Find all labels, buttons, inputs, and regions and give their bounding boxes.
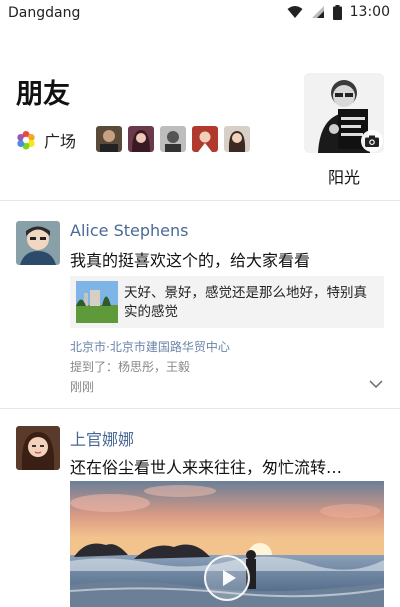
section-divider bbox=[0, 200, 400, 201]
post-video-thumbnail[interactable] bbox=[70, 481, 384, 607]
shared-link-card[interactable]: 天好、景好，感觉还是那么地好，特别真实的感觉 bbox=[70, 276, 384, 328]
plaza-label: 广场 bbox=[44, 132, 77, 151]
plaza-avatar[interactable] bbox=[192, 126, 218, 152]
play-icon bbox=[223, 570, 236, 586]
profile-cover[interactable] bbox=[304, 73, 384, 153]
plaza-avatar[interactable] bbox=[224, 126, 250, 152]
plaza-avatar[interactable] bbox=[128, 126, 154, 152]
camera-icon bbox=[365, 135, 379, 147]
post-text: 还在俗尘看世人来来往往，匆忙流转… bbox=[70, 458, 343, 477]
battery-icon bbox=[332, 4, 342, 20]
page-title: 朋友 bbox=[16, 79, 70, 110]
plaza-avatar[interactable] bbox=[96, 126, 122, 152]
play-button[interactable] bbox=[204, 555, 250, 601]
status-time: 13:00 bbox=[349, 4, 390, 20]
camera-button[interactable] bbox=[361, 130, 383, 152]
link-title: 天好、景好，感觉还是那么地好，特别真实的感觉 bbox=[124, 285, 367, 320]
plaza-avatar-list bbox=[96, 126, 250, 152]
post-author-name[interactable]: 上官娜娜 bbox=[70, 426, 134, 450]
link-thumbnail bbox=[76, 281, 118, 323]
post-text: 我真的挺喜欢这个的，给大家看看 bbox=[70, 251, 311, 270]
wifi-icon bbox=[287, 6, 303, 18]
plaza-icon bbox=[17, 131, 35, 150]
profile-name[interactable]: 阳光 bbox=[304, 164, 384, 188]
status-icons: 13:00 bbox=[287, 4, 390, 20]
status-bar: Dangdang 13:00 bbox=[0, 0, 400, 28]
post-author-name[interactable]: Alice Stephens bbox=[70, 221, 188, 240]
plaza-avatar[interactable] bbox=[160, 126, 186, 152]
status-app-name: Dangdang bbox=[8, 5, 81, 21]
signal-icon bbox=[311, 6, 324, 18]
post-author-avatar[interactable] bbox=[16, 426, 60, 470]
plaza-entry[interactable]: 广场 bbox=[16, 126, 250, 154]
post-time: 刚刚 bbox=[70, 380, 95, 394]
post-divider bbox=[0, 408, 400, 409]
post-location[interactable]: 北京市·北京市建国路华贸中心 bbox=[70, 338, 230, 355]
friends-screen: Dangdang 13:00 朋友 广场 阳光 Alice Stephens 我… bbox=[0, 0, 400, 607]
post-author-avatar[interactable] bbox=[16, 221, 60, 265]
chevron-down-icon[interactable] bbox=[368, 377, 384, 391]
post-mentions: 提到了：杨思彤，王毅 bbox=[70, 360, 191, 374]
